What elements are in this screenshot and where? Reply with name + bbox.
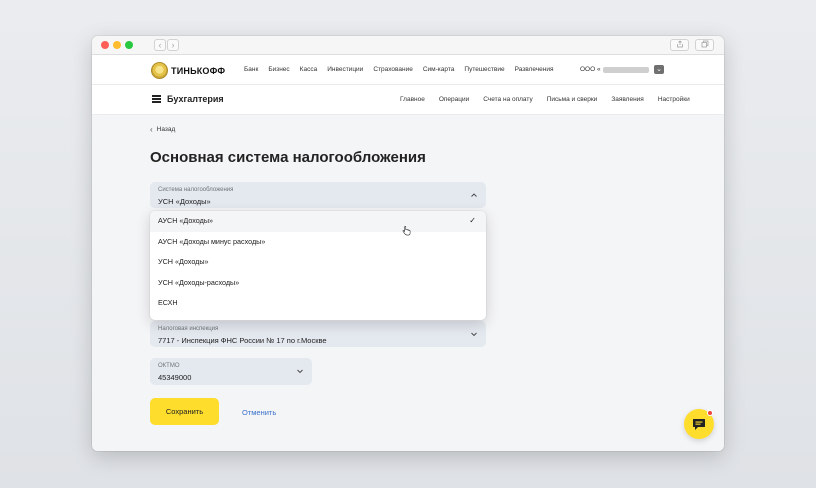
top-nav-entertainment[interactable]: Развлечения [515,66,554,73]
top-nav-sim[interactable]: Сим-карта [423,66,455,73]
option-label: АУСН «Доходы» [158,216,213,225]
tab-operations[interactable]: Операции [439,96,469,103]
window-titlebar: ‹ › [92,36,724,55]
main-content: ‹ Назад Основная система налогообложения… [92,115,724,451]
tab-main[interactable]: Главное [400,96,425,103]
tab-invoices[interactable]: Счета на оплату [483,96,532,103]
tax-inspection-value: 7717 - Инспекция ФНС России № 17 по г.Мо… [158,336,327,345]
company-name: ООО « [580,66,601,73]
chevron-down-icon [297,369,303,374]
company-selector[interactable]: ООО « [580,66,649,73]
section-navigation-bar: Бухгалтерия Главное Операции Счета на оп… [92,85,724,114]
minimize-window-button[interactable] [113,41,121,49]
oktmo-select[interactable]: ОКТМО 45349000 [150,358,312,385]
company-name-redacted [602,66,649,73]
top-nav-bank[interactable]: Банк [244,66,258,73]
close-window-button[interactable] [101,41,109,49]
top-nav-insurance[interactable]: Страхование [373,66,413,73]
option-label: УСН «Доходы» [158,257,209,267]
section-title[interactable]: Бухгалтерия [167,94,224,104]
tabs-overview-icon[interactable] [695,39,714,51]
top-nav-links: Банк Бизнес Касса Инвестиции Страхование… [244,66,564,73]
oktmo-label: ОКТМО [158,363,180,369]
section-nav-links: Главное Операции Счета на оплату Письма … [400,96,690,103]
chevron-up-icon [471,193,477,197]
top-nav-business[interactable]: Бизнес [268,66,289,73]
tab-letters[interactable]: Письма и сверки [547,96,598,103]
top-nav-investments[interactable]: Инвестиции [327,66,363,73]
share-icon[interactable] [670,39,689,51]
top-nav-travel[interactable]: Путешествие [464,66,504,73]
tinkoff-logo[interactable]: ТИНЬКОФФ [151,62,225,79]
tab-applications[interactable]: Заявления [611,96,644,103]
back-link[interactable]: ‹ Назад [150,125,175,134]
maximize-window-button[interactable] [125,41,133,49]
tax-inspection-label: Налоговая инспекция [158,326,219,332]
browser-window: ‹ › ТИНЬКОФФ Банк Бизнес Касса Инвестици… [92,36,724,451]
tab-settings[interactable]: Настройки [658,96,690,103]
dropdown-option-usn-income-expenses[interactable]: УСН «Доходы-расходы» [150,273,486,294]
tinkoff-emblem-icon [151,62,168,79]
logo-text: ТИНЬКОФФ [171,65,226,76]
tax-inspection-select[interactable]: Налоговая инспекция 7717 - Инспекция ФНС… [150,321,486,347]
chevron-left-icon: ‹ [150,125,153,134]
chevron-down-icon [471,332,477,337]
notification-badge [707,410,713,416]
company-menu-chevron-icon[interactable]: ⌄ [654,65,664,74]
chat-icon [693,419,705,430]
chat-button[interactable] [684,409,714,439]
option-label: АУСН «Доходы минус расходы» [158,236,266,246]
page-title: Основная система налогообложения [150,149,426,166]
browser-back-button[interactable]: ‹ [154,39,166,51]
option-label: УСН «Доходы-расходы» [158,277,240,287]
tax-system-dropdown: АУСН «Доходы» ✓ АУСН «Доходы минус расхо… [150,211,486,320]
dropdown-option-ausn-income[interactable]: АУСН «Доходы» ✓ [150,211,486,236]
dropdown-option-ausn-income-expenses[interactable]: АУСН «Доходы минус расходы» [150,232,486,253]
tax-system-label: Система налогообложения [158,187,234,193]
cancel-link[interactable]: Отменить [242,408,276,417]
option-label: ЕСХН [158,298,178,308]
top-navigation-bar: ТИНЬКОФФ Банк Бизнес Касса Инвестиции Ст… [92,55,724,85]
oktmo-value: 45349000 [158,373,192,382]
back-label: Назад [156,126,176,133]
dropdown-option-usn-income[interactable]: УСН «Доходы» [150,252,486,273]
tax-system-select[interactable]: Система налогообложения УСН «Доходы» [150,182,486,208]
dropdown-option-eskhn[interactable]: ЕСХН [150,293,486,314]
tax-system-value: УСН «Доходы» [158,197,211,206]
save-button[interactable]: Сохранить [150,398,219,425]
checkmark-icon: ✓ [469,216,476,225]
browser-forward-button[interactable]: › [167,39,179,51]
menu-icon[interactable] [152,95,161,103]
top-nav-kassa[interactable]: Касса [300,66,318,73]
